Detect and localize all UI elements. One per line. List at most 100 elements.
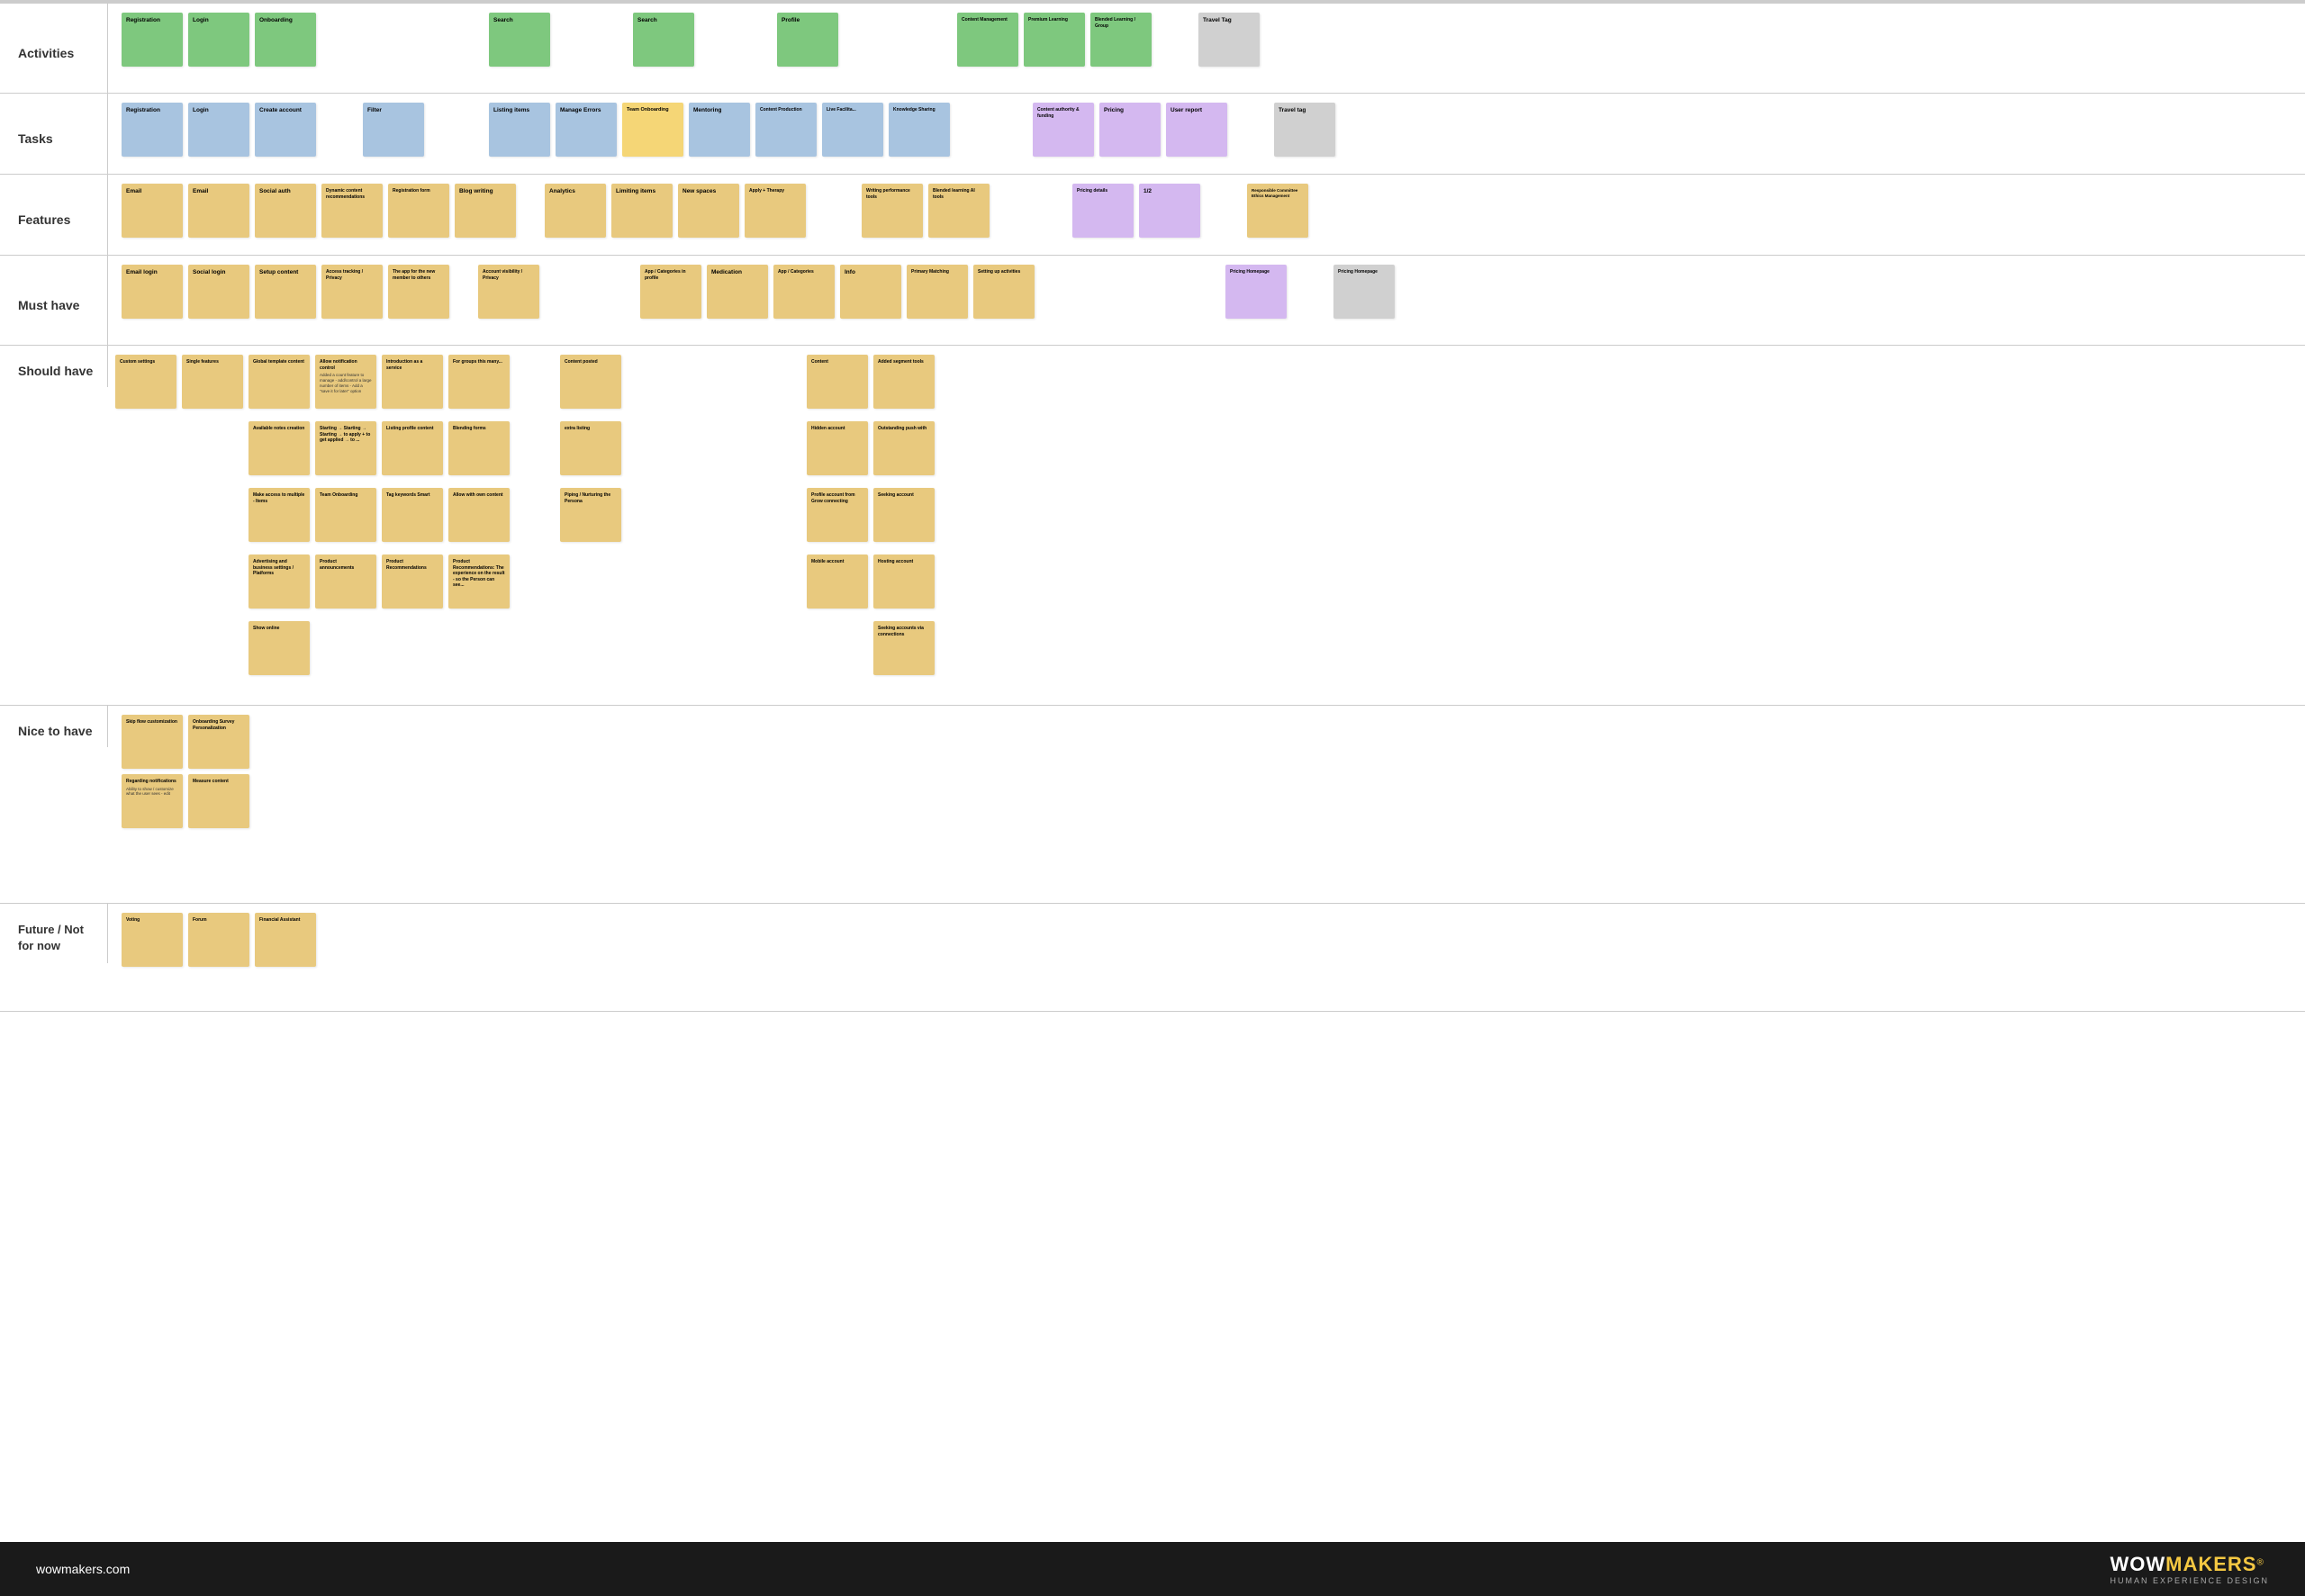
logo-reg: ® [2256,1558,2263,1568]
note[interactable]: Blended Learning / Group [1090,13,1152,67]
note[interactable]: Content Management [957,13,1018,67]
content-future: Voting Forum Financial Assistant [108,904,2305,976]
note[interactable]: Blog writing [455,184,516,238]
note[interactable]: Tag keywords Smart [382,488,443,542]
note[interactable]: Outstanding push with [873,421,935,475]
note[interactable]: Hidden account [807,421,868,475]
note[interactable]: Social auth [255,184,316,238]
note[interactable]: Account visibility / Privacy [478,265,539,319]
note[interactable]: 1/2 [1139,184,1200,238]
note[interactable]: Writing performance tools [862,184,923,238]
note[interactable]: Premium Learning [1024,13,1085,67]
note[interactable]: Voting [122,913,183,967]
note[interactable]: Seeking account [873,488,935,542]
note[interactable]: Financial Assistant [255,913,316,967]
note[interactable]: Product Recommendations: The experience … [448,555,510,609]
note[interactable]: Content authority & funding [1033,103,1094,157]
note[interactable]: Team Onboarding [315,488,376,542]
row-nicetohave: Nice to have Skip flow customization Onb… [0,706,2305,904]
note[interactable]: Make access to multiple - Items [249,488,310,542]
note[interactable]: Allow with own content [448,488,510,542]
note[interactable]: Pricing Homepage [1225,265,1287,319]
note[interactable]: Product announcements [315,555,376,609]
note[interactable]: Limiting items [611,184,673,238]
note[interactable]: Hosting account [873,555,935,609]
note[interactable]: User report [1166,103,1227,157]
note[interactable]: App / Categories in profile [640,265,701,319]
note[interactable]: New spaces [678,184,739,238]
note[interactable]: Live Facilita... [822,103,883,157]
note[interactable]: Profile [777,13,838,67]
note[interactable]: Listing profile content [382,421,443,475]
note[interactable]: Content posted [560,355,621,409]
note[interactable]: App / Categories [773,265,835,319]
note[interactable]: Measure content [188,774,249,828]
row-features: Features Email Email Social auth Dynamic… [0,175,2305,256]
note[interactable]: Content Production [755,103,817,157]
note[interactable]: Email [122,184,183,238]
note[interactable]: Onboarding [255,13,316,67]
note[interactable]: Create account [255,103,316,157]
note[interactable]: Social login [188,265,249,319]
note[interactable]: extra listing [560,421,621,475]
note[interactable]: Setup content [255,265,316,319]
note[interactable]: Starting → Starting → Starting → to appl… [315,421,376,475]
note[interactable]: Registration [122,103,183,157]
note[interactable]: Allow notification controlAdded a count … [315,355,376,409]
note[interactable]: Profile account from Grow connecting [807,488,868,542]
note[interactable]: Search [489,13,550,67]
note[interactable]: Filter [363,103,424,157]
note[interactable]: Travel tag [1274,103,1335,157]
note[interactable]: Email login [122,265,183,319]
note[interactable]: Access tracking / Privacy [321,265,383,319]
note[interactable]: Onboarding Survey Personalization [188,715,249,769]
note[interactable]: Registration [122,13,183,67]
note[interactable]: Available notes creation [249,421,310,475]
note[interactable]: Team Onboarding [622,103,683,157]
note[interactable]: Blended learning AI tools [928,184,990,238]
note[interactable]: Pricing details [1072,184,1134,238]
note[interactable]: For groups this many... [448,355,510,409]
note[interactable]: Medication [707,265,768,319]
note[interactable]: Pricing Homepage [1333,265,1395,319]
label-shouldhave: Should have [0,346,108,387]
note[interactable]: Product Recommendations [382,555,443,609]
note[interactable]: Search [633,13,694,67]
note[interactable]: Custom settings [115,355,176,409]
note[interactable]: Responsible Committee Ethics Management [1247,184,1308,238]
note[interactable]: Setting up activities [973,265,1035,319]
note[interactable]: Knowledge Sharing [889,103,950,157]
note[interactable]: Analytics [545,184,606,238]
content-nicetohave: Skip flow customization Onboarding Surve… [108,706,2305,837]
note[interactable]: Apply + Therapy [745,184,806,238]
note[interactable]: The app for the new member to others [388,265,449,319]
note[interactable]: Dynamic content recommendations [321,184,383,238]
note[interactable]: Seeking accounts via connections [873,621,935,675]
note[interactable]: Single features [182,355,243,409]
note[interactable]: Listing items [489,103,550,157]
note[interactable]: Regarding notificationsAbility to show /… [122,774,183,828]
note[interactable]: Content [807,355,868,409]
note[interactable]: Added segment tools [873,355,935,409]
note[interactable]: Login [188,103,249,157]
note[interactable]: Advertising and business settings / Plat… [249,555,310,609]
note[interactable]: Blending forms [448,421,510,475]
label-activities: Activities [0,4,108,93]
note[interactable]: Piping / Nurturing the Persona [560,488,621,542]
page-wrapper: Activities Registration Login Onboarding… [0,0,2305,1596]
note[interactable]: Mobile account [807,555,868,609]
note[interactable]: Travel Tag [1198,13,1260,67]
note[interactable]: Mentoring [689,103,750,157]
note[interactable]: Skip flow customization [122,715,183,769]
note[interactable]: Global template content [249,355,310,409]
note[interactable]: Info [840,265,901,319]
note[interactable]: Manage Errors [556,103,617,157]
note[interactable]: Email [188,184,249,238]
note[interactable]: Login [188,13,249,67]
note[interactable]: Pricing [1099,103,1161,157]
note[interactable]: Primary Matching [907,265,968,319]
note[interactable]: Forum [188,913,249,967]
note[interactable]: Show online [249,621,310,675]
note[interactable]: Introduction as a service [382,355,443,409]
note[interactable]: Registration form [388,184,449,238]
